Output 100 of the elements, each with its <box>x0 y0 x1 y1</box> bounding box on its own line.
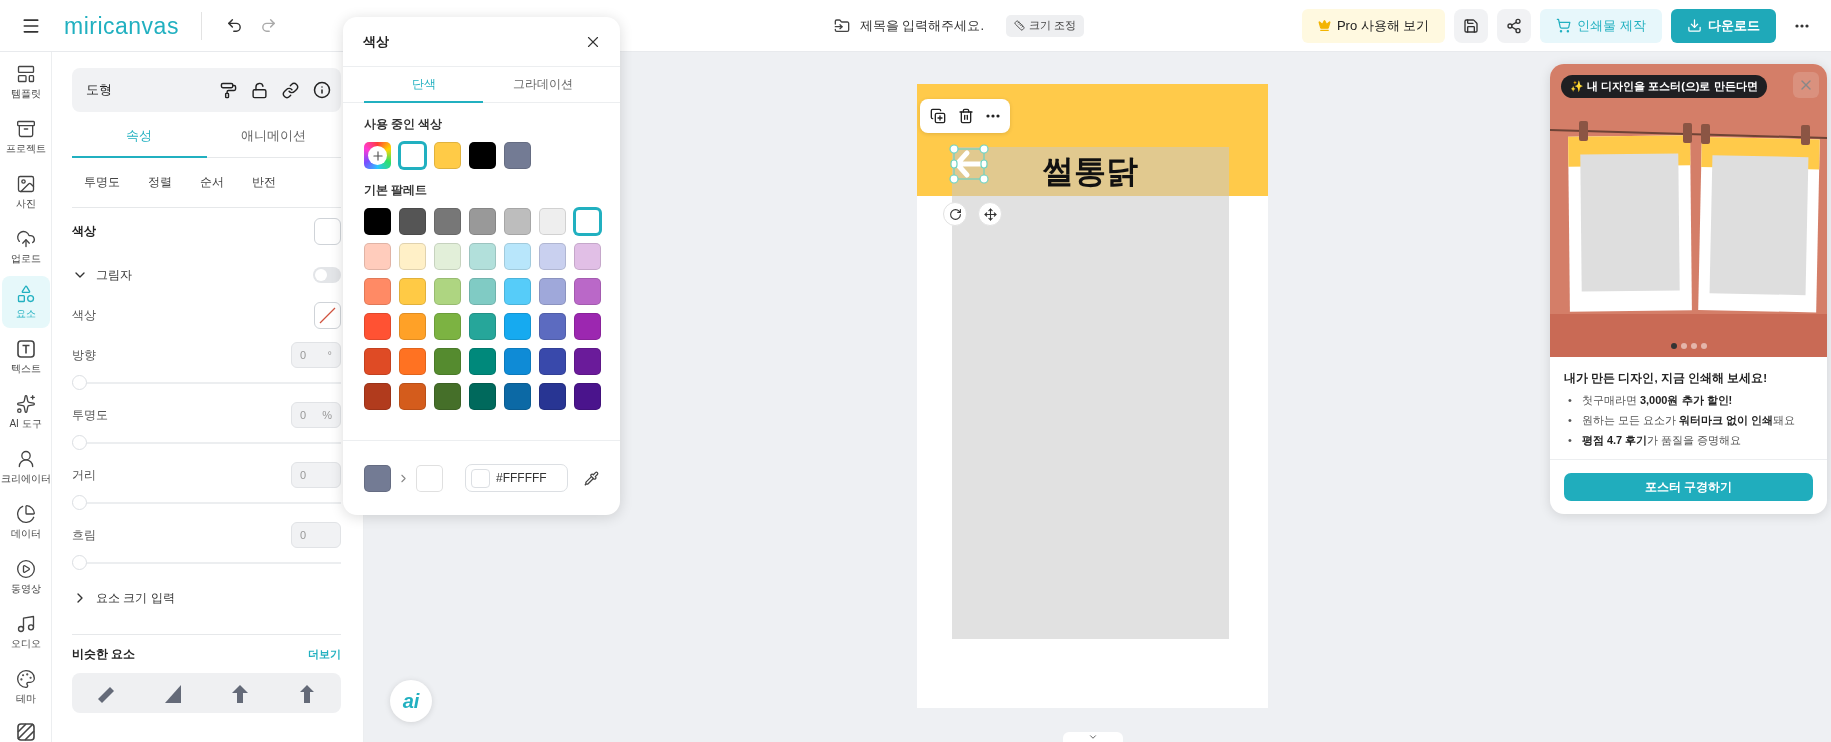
arrow-up-icon <box>230 683 251 703</box>
more-icon[interactable] <box>986 114 1000 118</box>
crown-icon <box>1317 19 1331 32</box>
triangle-icon <box>162 683 183 703</box>
previous-color-swatch[interactable] <box>364 464 391 492</box>
link-icon[interactable] <box>282 81 299 99</box>
sidebar-item[interactable]: 사진 <box>1 166 50 218</box>
download-icon <box>1687 18 1702 33</box>
eyedropper-icon[interactable] <box>584 470 599 486</box>
archive-icon <box>15 118 36 139</box>
music-icon <box>15 613 36 634</box>
header-band[interactable] <box>917 84 1268 196</box>
slider-thumb[interactable] <box>72 435 87 450</box>
slider-label: 흐림 <box>72 526 96 544</box>
cart-icon <box>1556 18 1572 33</box>
similar-elements-card[interactable] <box>72 673 341 713</box>
add-color-button[interactable] <box>364 142 391 169</box>
selected-arrow-drawing[interactable] <box>949 144 989 184</box>
carousel-dot[interactable] <box>1690 343 1697 349</box>
pro-trial-button[interactable]: Pro 사용해 보기 <box>1301 8 1446 43</box>
sidebar-item[interactable]: 템플릿 <box>1 56 50 108</box>
share-icon <box>1506 17 1523 34</box>
current-color-swatch[interactable] <box>416 464 443 492</box>
share-button[interactable] <box>1497 8 1532 43</box>
sparkles-icon <box>15 393 36 414</box>
folder-icon[interactable] <box>833 17 850 34</box>
property-tab[interactable]: 정렬 <box>136 168 184 197</box>
promo-badge: ✨ 내 디자인을 포스터(으)로 만든다면 <box>1561 75 1767 98</box>
sidebar-item[interactable]: 오디오 <box>1 606 50 658</box>
color-mode-tab[interactable]: 그라데이션 <box>483 67 602 103</box>
slider-label: 거리 <box>72 466 96 484</box>
bullet-mark: • <box>1568 413 1572 428</box>
bullet-mark: • <box>1568 433 1572 448</box>
panel-tab[interactable]: 애니메이션 <box>206 116 341 158</box>
no-color-swatch[interactable] <box>314 301 341 329</box>
promo-title: 내가 만든 디자인, 지금 인쇄해 보세요! <box>1564 371 1768 386</box>
carousel-dot[interactable] <box>1700 343 1707 349</box>
palette-icon <box>15 668 36 689</box>
sidebar-item[interactable]: AI 도구 <box>1 386 50 438</box>
save-icon <box>1463 17 1480 34</box>
slider-label: 방향 <box>72 346 96 364</box>
shadow-color-label: 색상 <box>72 306 96 324</box>
shadow-expander[interactable]: 그림자 <box>72 266 132 284</box>
color-swatch[interactable] <box>574 208 601 235</box>
slider-thumb[interactable] <box>72 555 87 570</box>
similar-elements-title: 비슷한 요소 <box>72 645 136 663</box>
layout-icon <box>15 63 36 84</box>
sidebar-item[interactable]: 텍스트 <box>1 331 50 383</box>
design-heading[interactable]: 썰통닭 <box>1042 150 1138 192</box>
pattern-icon[interactable] <box>15 722 36 742</box>
undo-icon <box>226 17 244 34</box>
ruler-icon <box>1013 20 1025 31</box>
text-icon <box>15 338 36 359</box>
slash-icon <box>319 306 336 324</box>
color-label: 색상 <box>72 222 96 240</box>
promo-bullet: 첫구매라면 3,000원 추가 할인! <box>1581 393 1733 408</box>
size-input-expander[interactable]: 요소 크기 입력 <box>72 589 175 607</box>
popup-title: 색상 <box>363 32 389 51</box>
image-icon <box>15 173 36 194</box>
pie-chart-icon <box>15 503 36 524</box>
color-swatch[interactable] <box>314 217 341 245</box>
move-icon <box>983 207 997 221</box>
shadow-toggle[interactable] <box>313 267 341 283</box>
sidebar-item[interactable]: 테마 <box>1 661 50 713</box>
sidebar-item[interactable]: 프로젝트 <box>1 111 50 163</box>
duplicate-icon[interactable] <box>930 108 946 124</box>
play-icon <box>15 558 36 579</box>
property-tab[interactable]: 반전 <box>240 168 288 197</box>
rotate-button[interactable] <box>943 202 967 226</box>
sidebar-item[interactable]: 데이터 <box>1 496 50 548</box>
bullet-mark: • <box>1568 393 1572 408</box>
promo-bullet: 원하는 모든 요소가 워터마크 없이 인쇄돼요 <box>1581 413 1796 428</box>
redo-icon <box>260 17 278 34</box>
slider-label: 투명도 <box>72 406 108 424</box>
sidebar-item[interactable]: 업로드 <box>1 221 50 273</box>
save-button[interactable] <box>1454 8 1489 43</box>
resize-button[interactable]: 크기 조정 <box>1005 14 1084 37</box>
chevron-down-icon <box>1087 732 1098 742</box>
carousel-dot[interactable] <box>1680 343 1687 349</box>
trash-icon[interactable] <box>958 108 974 124</box>
used-colors-label: 사용 중인 색상 <box>364 117 444 132</box>
more-icon <box>1795 23 1809 28</box>
slider-thumb[interactable] <box>72 375 87 390</box>
lock-icon[interactable] <box>251 81 268 99</box>
sidebar-item[interactable]: 동영상 <box>1 551 50 603</box>
sidebar-item[interactable]: 크리에이터 <box>1 441 50 493</box>
move-button[interactable] <box>978 202 1002 226</box>
slider-thumb[interactable] <box>72 495 87 510</box>
hex-field[interactable]: #FFFFFF <box>465 464 568 492</box>
panel-title: 도형 <box>86 81 113 99</box>
info-icon[interactable] <box>313 81 331 99</box>
carousel-dot[interactable] <box>1670 343 1677 349</box>
paint-roller-icon[interactable] <box>220 81 237 99</box>
promo-bullet: 평점 4.7 후기가 품질을 증명해요 <box>1581 433 1742 448</box>
cloud-upload-icon <box>15 228 36 249</box>
design-page[interactable]: 썰통닭 <box>917 84 1268 708</box>
property-tab[interactable]: 투명도 <box>72 168 132 197</box>
property-tab[interactable]: 순서 <box>188 168 236 197</box>
color-swatch[interactable] <box>399 142 426 169</box>
shapes-icon <box>15 283 36 304</box>
